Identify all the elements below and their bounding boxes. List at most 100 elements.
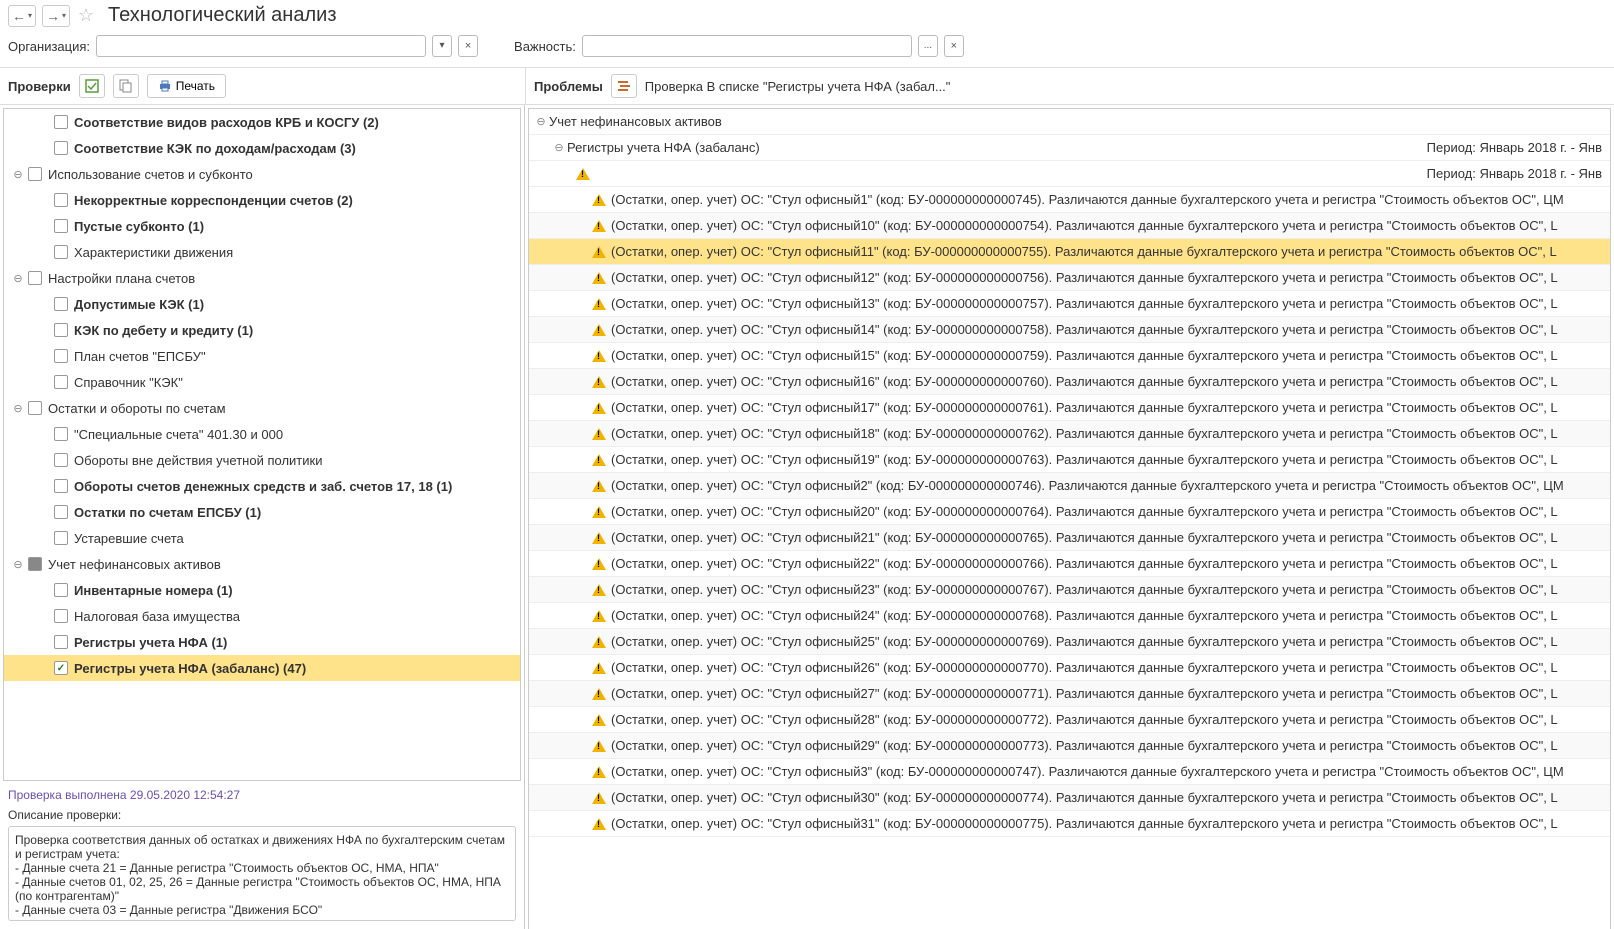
tree-item[interactable]: ⊖Налоговая база имущества xyxy=(4,603,520,629)
tree-checkbox[interactable] xyxy=(54,193,68,207)
tree-item[interactable]: ⊖Обороты счетов денежных средств и заб. … xyxy=(4,473,520,499)
group-toggle-icon[interactable]: ⊖ xyxy=(533,115,549,128)
tree-item[interactable]: ⊖Справочник "КЭК" xyxy=(4,369,520,395)
tree-item[interactable]: ⊖Остатки по счетам ЕПСБУ (1) xyxy=(4,499,520,525)
problem-group-row[interactable]: ⊖Регистры учета НФА (забаланс)Период: Ян… xyxy=(529,135,1610,161)
tree-item[interactable]: ⊖КЭК по дебету и кредиту (1) xyxy=(4,317,520,343)
sev-input[interactable] xyxy=(582,35,912,57)
tree-checkbox[interactable] xyxy=(54,323,68,337)
tree-checkbox[interactable] xyxy=(54,635,68,649)
org-clear-button[interactable]: × xyxy=(458,35,478,57)
checks-tree[interactable]: ⊖Соответствие видов расходов КРБ и КОСГУ… xyxy=(3,108,521,781)
tree-item[interactable]: ⊖Учет нефинансовых активов xyxy=(4,551,520,577)
problem-group-row[interactable]: ⊖Учет нефинансовых активов xyxy=(529,109,1610,135)
nav-back-button[interactable]: ← xyxy=(8,5,36,27)
problem-row[interactable]: (Остатки, опер. учет) ОС: "Стул офисный1… xyxy=(529,239,1610,265)
problem-row[interactable]: (Остатки, опер. учет) ОС: "Стул офисный3… xyxy=(529,785,1610,811)
tree-item[interactable]: ⊖Пустые субконто (1) xyxy=(4,213,520,239)
tree-item[interactable]: ⊖Соответствие КЭК по доходам/расходам (3… xyxy=(4,135,520,161)
tree-item[interactable]: ⊖Характеристики движения xyxy=(4,239,520,265)
problem-row[interactable]: (Остатки, опер. учет) ОС: "Стул офисный1… xyxy=(529,317,1610,343)
problem-row[interactable]: (Остатки, опер. учет) ОС: "Стул офисный2… xyxy=(529,733,1610,759)
tree-item[interactable]: ⊖Использование счетов и субконто xyxy=(4,161,520,187)
problem-row[interactable]: (Остатки, опер. учет) ОС: "Стул офисный1… xyxy=(529,187,1610,213)
tree-item[interactable]: ⊖Настройки плана счетов xyxy=(4,265,520,291)
tree-checkbox[interactable] xyxy=(54,219,68,233)
problem-row[interactable]: (Остатки, опер. учет) ОС: "Стул офисный1… xyxy=(529,421,1610,447)
problem-row[interactable]: (Остатки, опер. учет) ОС: "Стул офисный1… xyxy=(529,291,1610,317)
problem-group-row[interactable]: Период: Январь 2018 г. - Янв xyxy=(529,161,1610,187)
problem-row[interactable]: (Остатки, опер. учет) ОС: "Стул офисный2… xyxy=(529,681,1610,707)
problem-row[interactable]: (Остатки, опер. учет) ОС: "Стул офисный2… xyxy=(529,655,1610,681)
tree-checkbox[interactable] xyxy=(54,505,68,519)
tree-checkbox[interactable] xyxy=(28,401,42,415)
problem-row[interactable]: (Остатки, опер. учет) ОС: "Стул офисный2… xyxy=(529,603,1610,629)
sev-dropdown-button[interactable]: ... xyxy=(918,35,938,57)
problem-row[interactable]: (Остатки, опер. учет) ОС: "Стул офисный3… xyxy=(529,811,1610,837)
nav-forward-button[interactable]: → xyxy=(42,5,70,27)
print-label: Печать xyxy=(176,79,215,93)
sev-clear-button[interactable]: × xyxy=(944,35,964,57)
problem-row[interactable]: (Остатки, опер. учет) ОС: "Стул офисный1… xyxy=(529,213,1610,239)
favorite-star-icon[interactable]: ☆ xyxy=(76,6,96,26)
org-input[interactable] xyxy=(96,35,426,57)
problem-row[interactable]: (Остатки, опер. учет) ОС: "Стул офисный2… xyxy=(529,551,1610,577)
tree-checkbox[interactable] xyxy=(28,167,42,181)
tree-item[interactable]: ⊖Регистры учета НФА (забаланс) (47) xyxy=(4,655,520,681)
tree-toggle-icon[interactable]: ⊖ xyxy=(10,558,26,571)
tree-item[interactable]: ⊖Остатки и обороты по счетам xyxy=(4,395,520,421)
problem-row[interactable]: (Остатки, опер. учет) ОС: "Стул офисный1… xyxy=(529,395,1610,421)
tree-checkbox[interactable] xyxy=(54,453,68,467)
tree-checkbox[interactable] xyxy=(54,609,68,623)
problem-row[interactable]: (Остатки, опер. учет) ОС: "Стул офисный2… xyxy=(529,473,1610,499)
tree-checkbox[interactable] xyxy=(54,661,68,675)
tree-item[interactable]: ⊖Инвентарные номера (1) xyxy=(4,577,520,603)
problem-row[interactable]: (Остатки, опер. учет) ОС: "Стул офисный1… xyxy=(529,343,1610,369)
problem-row[interactable]: (Остатки, опер. учет) ОС: "Стул офисный2… xyxy=(529,499,1610,525)
tree-toggle-icon[interactable]: ⊖ xyxy=(10,168,26,181)
tree-item[interactable]: ⊖Обороты вне действия учетной политики xyxy=(4,447,520,473)
problem-text: (Остатки, опер. учет) ОС: "Стул офисный2… xyxy=(611,660,1610,675)
tree-toggle-icon[interactable]: ⊖ xyxy=(10,272,26,285)
tree-checkbox[interactable] xyxy=(54,349,68,363)
problem-row[interactable]: (Остатки, опер. учет) ОС: "Стул офисный3… xyxy=(529,759,1610,785)
tree-checkbox[interactable] xyxy=(54,375,68,389)
problem-row[interactable]: (Остатки, опер. учет) ОС: "Стул офисный1… xyxy=(529,265,1610,291)
tree-item[interactable]: ⊖Соответствие видов расходов КРБ и КОСГУ… xyxy=(4,109,520,135)
run-check-button[interactable] xyxy=(79,74,105,98)
tree-checkbox[interactable] xyxy=(54,297,68,311)
tree-checkbox[interactable] xyxy=(54,245,68,259)
problem-row[interactable]: (Остатки, опер. учет) ОС: "Стул офисный2… xyxy=(529,525,1610,551)
warning-icon xyxy=(591,348,607,364)
group-toggle-icon[interactable]: ⊖ xyxy=(551,141,567,154)
tree-checkbox[interactable] xyxy=(54,427,68,441)
problem-text: (Остатки, опер. учет) ОС: "Стул офисный1… xyxy=(611,192,1610,207)
tree-item[interactable]: ⊖План счетов "ЕПСБУ" xyxy=(4,343,520,369)
tree-item[interactable]: ⊖Регистры учета НФА (1) xyxy=(4,629,520,655)
problem-row[interactable]: (Остатки, опер. учет) ОС: "Стул офисный2… xyxy=(529,577,1610,603)
tree-item[interactable]: ⊖"Специальные счета" 401.30 и 000 xyxy=(4,421,520,447)
problems-table[interactable]: ⊖Учет нефинансовых активов⊖Регистры учет… xyxy=(528,108,1611,929)
tree-toggle-icon[interactable]: ⊖ xyxy=(10,402,26,415)
tree-checkbox[interactable] xyxy=(54,531,68,545)
tree-checkbox[interactable] xyxy=(54,115,68,129)
print-button[interactable]: Печать xyxy=(147,74,226,98)
period-label: Период: Январь 2018 г. - Янв xyxy=(1427,166,1610,181)
tree-checkbox[interactable] xyxy=(54,479,68,493)
tree-item-label: Устаревшие счета xyxy=(74,531,184,546)
problem-row[interactable]: (Остатки, опер. учет) ОС: "Стул офисный2… xyxy=(529,707,1610,733)
problems-settings-button[interactable] xyxy=(611,74,637,98)
tree-item[interactable]: ⊖Некорректные корреспонденции счетов (2) xyxy=(4,187,520,213)
tree-checkbox[interactable] xyxy=(28,557,42,571)
problem-row[interactable]: (Остатки, опер. учет) ОС: "Стул офисный1… xyxy=(529,447,1610,473)
copy-button[interactable] xyxy=(113,74,139,98)
tree-checkbox[interactable] xyxy=(54,583,68,597)
tree-checkbox[interactable] xyxy=(28,271,42,285)
tree-checkbox[interactable] xyxy=(54,141,68,155)
warning-icon xyxy=(591,218,607,234)
org-dropdown-button[interactable]: ▾ xyxy=(432,35,452,57)
tree-item[interactable]: ⊖Допустимые КЭК (1) xyxy=(4,291,520,317)
problem-row[interactable]: (Остатки, опер. учет) ОС: "Стул офисный1… xyxy=(529,369,1610,395)
problem-row[interactable]: (Остатки, опер. учет) ОС: "Стул офисный2… xyxy=(529,629,1610,655)
tree-item[interactable]: ⊖Устаревшие счета xyxy=(4,525,520,551)
